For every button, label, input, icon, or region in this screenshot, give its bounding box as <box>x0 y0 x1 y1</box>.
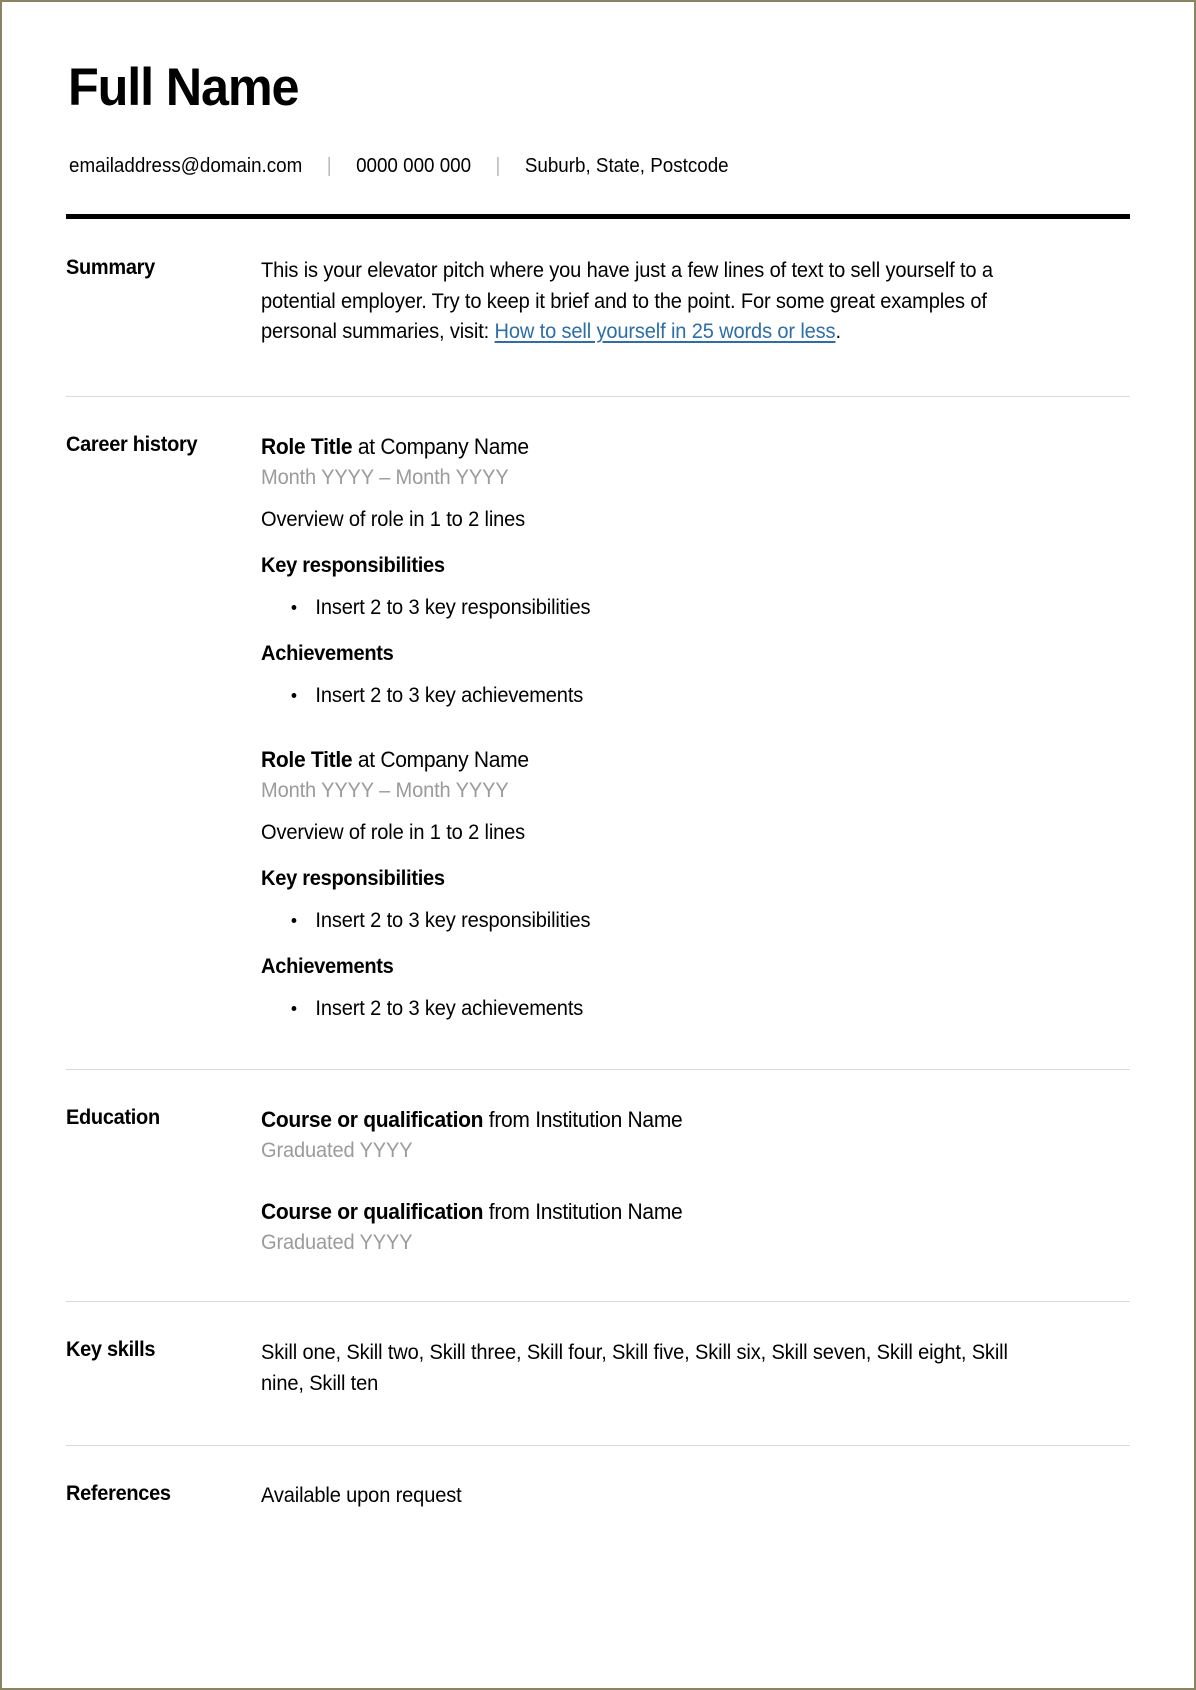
key-skills-content: Skill one, Skill two, Skill three, Skill… <box>261 1338 1130 1399</box>
role-overview: Overview of role in 1 to 2 lines <box>261 508 526 532</box>
role-heading: Role Title at Company Name <box>261 746 1091 775</box>
section-label-summary: Summary <box>66 256 155 280</box>
summary-text-end: . <box>835 320 841 344</box>
education-graduated: Graduated YYYY <box>261 1138 413 1162</box>
role-connector: at <box>352 747 381 773</box>
contact-separator-1: | <box>326 155 332 178</box>
role-overview: Overview of role in 1 to 2 lines <box>261 821 526 845</box>
education-heading: Course or qualification from Institution… <box>261 1106 1091 1135</box>
education-content: Course or qualification from Institution… <box>261 1106 1130 1257</box>
full-name: Full Name <box>68 58 300 117</box>
spacer-after-career-history <box>66 1023 1130 1069</box>
list-item: Insert 2 to 3 key responsibilities <box>290 593 1091 622</box>
section-references: References Available upon request <box>66 1446 1130 1509</box>
contact-email[interactable]: emailaddress@domain.com <box>69 154 302 178</box>
references-content: Available upon request <box>261 1482 1130 1509</box>
role-company: Company Name <box>380 747 529 773</box>
education-entry: Course or qualification from Institution… <box>261 1198 1091 1257</box>
role-achievements-heading: Achievements <box>261 954 394 978</box>
list-item: Insert 2 to 3 key achievements <box>290 681 1091 710</box>
list-item: Insert 2 to 3 key achievements <box>290 994 1091 1023</box>
section-label-career-history: Career history <box>66 433 198 457</box>
education-heading: Course or qualification from Institution… <box>261 1198 1091 1227</box>
education-institution: Institution Name <box>535 1199 683 1225</box>
role-connector: at <box>352 434 381 460</box>
section-label-education: Education <box>66 1106 160 1130</box>
section-summary: Summary This is your elevator pitch wher… <box>66 219 1130 347</box>
contact-separator-2: | <box>495 155 501 178</box>
career-history-content: Role Title at Company Name Month YYYY – … <box>261 433 1130 1023</box>
role-achievements-list: Insert 2 to 3 key achievements <box>261 681 1091 710</box>
role-achievements-list: Insert 2 to 3 key achievements <box>261 994 1091 1023</box>
role-heading: Role Title at Company Name <box>261 433 1091 462</box>
role-achievements-heading: Achievements <box>261 641 394 665</box>
contact-line: emailaddress@domain.com | 0000 000 000 |… <box>69 154 1066 178</box>
education-graduated: Graduated YYYY <box>261 1230 413 1254</box>
section-label-key-skills: Key skills <box>66 1338 156 1362</box>
role-title: Role Title <box>261 747 353 773</box>
spacer-after-education <box>66 1257 1130 1301</box>
contact-location: Suburb, State, Postcode <box>524 155 729 178</box>
section-label-references: References <box>66 1482 171 1506</box>
section-education: Education Course or qualification from I… <box>66 1070 1130 1257</box>
education-connector: from <box>483 1199 536 1225</box>
career-role-block: Role Title at Company Name Month YYYY – … <box>261 433 1091 710</box>
education-course: Course or qualification <box>261 1107 484 1133</box>
education-institution: Institution Name <box>535 1107 683 1133</box>
role-title: Role Title <box>261 434 353 460</box>
section-career-history: Career history Role Title at Company Nam… <box>66 397 1130 1023</box>
role-responsibilities-list: Insert 2 to 3 key responsibilities <box>261 906 1091 935</box>
key-skills-text: Skill one, Skill two, Skill three, Skill… <box>261 1341 1008 1395</box>
education-connector: from <box>483 1107 536 1133</box>
resume-header: Full Name emailaddress@domain.com | 0000… <box>66 58 1130 178</box>
resume-page: Full Name emailaddress@domain.com | 0000… <box>0 0 1196 1690</box>
role-responsibilities-heading: Key responsibilities <box>261 866 445 890</box>
section-key-skills: Key skills Skill one, Skill two, Skill t… <box>66 1302 1130 1399</box>
career-role-block: Role Title at Company Name Month YYYY – … <box>261 746 1091 1023</box>
education-entry: Course or qualification from Institution… <box>261 1106 1091 1165</box>
role-company: Company Name <box>380 434 529 460</box>
contact-phone[interactable]: 0000 000 000 <box>356 154 471 178</box>
role-responsibilities-list: Insert 2 to 3 key responsibilities <box>261 593 1091 622</box>
role-dates: Month YYYY – Month YYYY <box>261 779 509 803</box>
role-dates: Month YYYY – Month YYYY <box>261 466 509 490</box>
summary-content: This is your elevator pitch where you ha… <box>261 256 1130 347</box>
summary-link[interactable]: How to sell yourself in 25 words or less <box>495 320 836 343</box>
spacer-after-summary <box>66 347 1130 396</box>
references-text: Available upon request <box>261 1484 462 1508</box>
role-responsibilities-heading: Key responsibilities <box>261 553 445 577</box>
spacer-after-key-skills <box>66 1399 1130 1445</box>
list-item: Insert 2 to 3 key responsibilities <box>290 906 1091 935</box>
education-course: Course or qualification <box>261 1199 484 1225</box>
